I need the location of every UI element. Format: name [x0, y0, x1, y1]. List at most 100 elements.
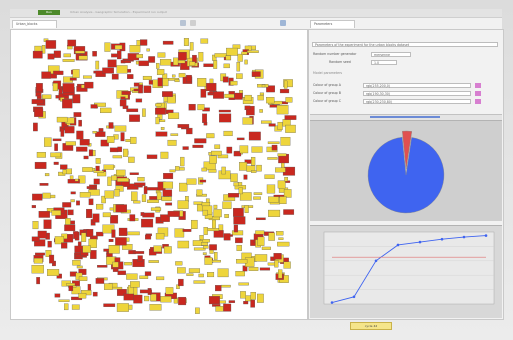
- building-block[interactable]: [90, 250, 97, 259]
- building-block[interactable]: [191, 219, 198, 229]
- building-block[interactable]: [77, 241, 82, 247]
- param-field-1[interactable]: 1.0: [371, 60, 397, 65]
- building-block[interactable]: [195, 307, 200, 314]
- building-block[interactable]: [110, 215, 119, 224]
- building-block[interactable]: [73, 112, 82, 117]
- building-block[interactable]: [103, 164, 114, 170]
- building-block[interactable]: [201, 242, 208, 246]
- building-block[interactable]: [284, 177, 289, 182]
- building-block[interactable]: [38, 210, 50, 218]
- tab-map[interactable]: Urban_blocks: [12, 20, 57, 28]
- building-block[interactable]: [189, 42, 194, 51]
- building-block[interactable]: [264, 174, 275, 179]
- building-block[interactable]: [141, 218, 154, 228]
- building-block[interactable]: [72, 260, 81, 266]
- building-block[interactable]: [32, 50, 43, 59]
- building-block[interactable]: [47, 53, 55, 60]
- building-block[interactable]: [92, 131, 97, 134]
- run-button[interactable]: Run: [38, 10, 60, 15]
- building-block[interactable]: [136, 54, 143, 59]
- building-block[interactable]: [66, 168, 73, 175]
- building-block[interactable]: [224, 93, 235, 98]
- building-block[interactable]: [35, 252, 45, 256]
- building-block[interactable]: [135, 98, 143, 103]
- building-block[interactable]: [58, 299, 70, 302]
- building-block[interactable]: [182, 146, 189, 150]
- building-block[interactable]: [33, 122, 38, 132]
- building-block[interactable]: [65, 141, 76, 146]
- building-block[interactable]: [86, 186, 96, 189]
- building-block[interactable]: [87, 283, 92, 291]
- building-block[interactable]: [62, 83, 75, 93]
- building-block[interactable]: [109, 147, 119, 153]
- building-block[interactable]: [273, 253, 282, 260]
- building-block[interactable]: [165, 202, 173, 206]
- building-block[interactable]: [162, 91, 173, 97]
- building-block[interactable]: [31, 99, 44, 105]
- building-block[interactable]: [36, 95, 42, 100]
- building-block[interactable]: [182, 229, 192, 232]
- building-block[interactable]: [140, 212, 145, 216]
- building-block[interactable]: [266, 184, 276, 194]
- building-block[interactable]: [222, 76, 229, 83]
- building-block[interactable]: [53, 50, 61, 58]
- building-block[interactable]: [144, 271, 152, 276]
- building-block[interactable]: [95, 60, 100, 70]
- building-block[interactable]: [130, 136, 137, 144]
- building-block[interactable]: [255, 230, 265, 235]
- building-block[interactable]: [233, 216, 246, 225]
- building-block[interactable]: [129, 214, 136, 222]
- building-block[interactable]: [88, 149, 93, 157]
- building-block[interactable]: [277, 241, 290, 247]
- building-block[interactable]: [108, 122, 114, 129]
- building-block[interactable]: [247, 50, 259, 53]
- building-block[interactable]: [169, 169, 176, 173]
- building-block[interactable]: [283, 261, 291, 269]
- building-block[interactable]: [175, 261, 183, 266]
- building-block[interactable]: [202, 252, 207, 255]
- building-block[interactable]: [142, 212, 155, 218]
- building-block[interactable]: [50, 152, 61, 158]
- building-block[interactable]: [208, 169, 217, 173]
- building-block[interactable]: [155, 233, 165, 240]
- building-block[interactable]: [78, 276, 88, 281]
- building-block[interactable]: [127, 231, 140, 236]
- building-block[interactable]: [226, 47, 238, 56]
- building-block[interactable]: [143, 85, 152, 93]
- building-block[interactable]: [120, 96, 126, 100]
- building-block[interactable]: [44, 173, 50, 177]
- building-block[interactable]: [61, 242, 68, 249]
- building-block[interactable]: [159, 59, 172, 66]
- building-block[interactable]: [108, 245, 120, 254]
- building-block[interactable]: [106, 136, 115, 143]
- building-block[interactable]: [162, 181, 174, 189]
- building-block[interactable]: [248, 267, 259, 271]
- building-block[interactable]: [114, 44, 123, 50]
- building-block[interactable]: [213, 230, 224, 238]
- building-block[interactable]: [103, 283, 113, 290]
- building-block[interactable]: [92, 291, 98, 297]
- param-field-0[interactable]: mersenne: [371, 52, 411, 57]
- building-block[interactable]: [178, 278, 184, 287]
- building-block[interactable]: [223, 233, 231, 241]
- building-block[interactable]: [112, 155, 123, 159]
- building-block[interactable]: [203, 227, 208, 235]
- building-block[interactable]: [178, 73, 186, 78]
- building-block[interactable]: [203, 122, 208, 126]
- building-block[interactable]: [157, 77, 163, 87]
- building-block[interactable]: [36, 277, 41, 285]
- building-block[interactable]: [268, 123, 276, 127]
- building-block[interactable]: [111, 175, 118, 181]
- building-block[interactable]: [235, 237, 243, 244]
- building-block[interactable]: [115, 169, 126, 176]
- building-block[interactable]: [123, 148, 129, 157]
- building-block[interactable]: [211, 150, 222, 156]
- building-block[interactable]: [82, 167, 93, 172]
- building-block[interactable]: [111, 73, 119, 80]
- building-block[interactable]: [267, 141, 280, 144]
- building-block[interactable]: [119, 99, 127, 107]
- building-block[interactable]: [251, 71, 261, 77]
- building-block[interactable]: [223, 63, 230, 69]
- building-block[interactable]: [155, 131, 168, 137]
- building-block[interactable]: [160, 151, 169, 159]
